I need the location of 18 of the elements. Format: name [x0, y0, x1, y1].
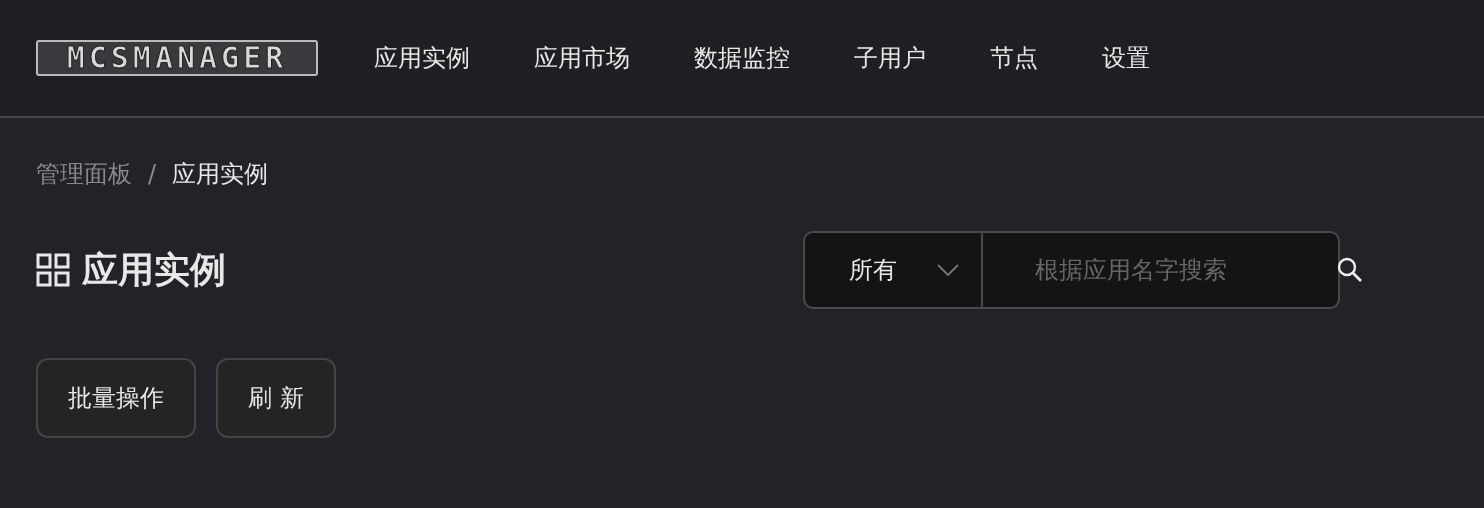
- search-field[interactable]: 根据应用名字搜索: [1033, 255, 1337, 285]
- nav-link[interactable]: 应用实例: [374, 42, 470, 74]
- grid-icon: [36, 253, 70, 287]
- nav-link[interactable]: 应用市场: [534, 42, 630, 74]
- action-button[interactable]: 批量操作: [36, 358, 196, 438]
- type-select[interactable]: 所有: [805, 233, 983, 307]
- nav-link[interactable]: 子用户: [854, 42, 926, 74]
- breadcrumb-separator: /: [148, 160, 157, 188]
- nav-link[interactable]: 节点: [990, 42, 1038, 74]
- chevron-down-icon: [937, 264, 959, 276]
- breadcrumb-item[interactable]: 管理面板: [36, 158, 132, 190]
- logo[interactable]: MCSMANAGER: [36, 40, 318, 76]
- search-icon[interactable]: [1337, 257, 1363, 283]
- action-button[interactable]: 刷 新: [216, 358, 336, 438]
- page-title: 应用实例: [82, 247, 226, 292]
- nav-link[interactable]: 设置: [1102, 42, 1150, 74]
- nav-link[interactable]: 数据监控: [694, 42, 790, 74]
- breadcrumb-item: 应用实例: [172, 159, 269, 190]
